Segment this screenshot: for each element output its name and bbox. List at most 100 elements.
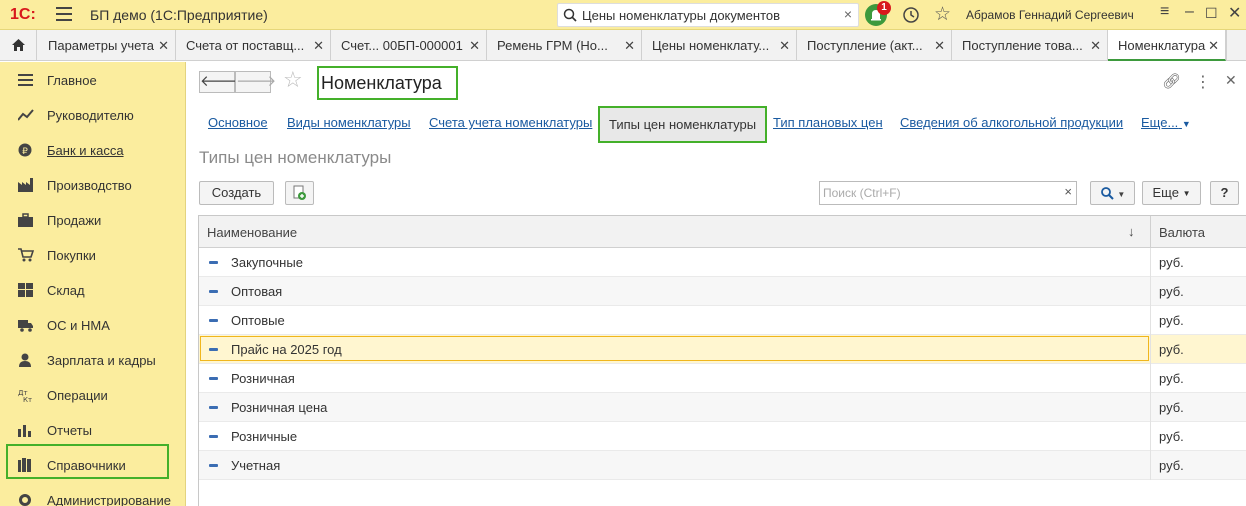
maximize-icon[interactable]: ☐	[1205, 5, 1218, 22]
sidebar-item-operatsii[interactable]: Дт Кт Операции	[0, 378, 186, 412]
subtab-tip-planovyh-tsen[interactable]: Тип плановых цен	[773, 115, 883, 130]
column-header-name[interactable]: Наименование	[207, 225, 297, 240]
cell-currency: руб.	[1159, 313, 1184, 328]
app-menu-icon[interactable]: ≡	[1160, 3, 1169, 21]
help-button[interactable]: ?	[1210, 181, 1239, 205]
subtab-tipy-tsen[interactable]: Типы цен номенклатуры	[598, 106, 767, 143]
close-form-icon[interactable]: ✕	[1225, 72, 1237, 89]
catalog-item-icon	[209, 348, 218, 351]
tab-label: Номенклатура	[1118, 38, 1206, 53]
link-icon[interactable]: 🔗︎	[1162, 72, 1181, 90]
close-tab-icon[interactable]: ✕	[1090, 30, 1101, 61]
close-tab-icon[interactable]: ✕	[158, 30, 169, 61]
app-title: БП демо (1С:Предприятие)	[90, 7, 268, 23]
home-tab[interactable]	[0, 30, 37, 61]
tab-tseny-nomenklatury[interactable]: Цены номенклату... ✕	[642, 30, 797, 61]
arrow-right-icon: 🡒	[236, 73, 277, 90]
close-tab-icon[interactable]: ✕	[469, 30, 480, 61]
tab-scheta-ot-postavshchikov[interactable]: Счета от поставщ... ✕	[176, 30, 331, 61]
close-tab-icon[interactable]: ✕	[1208, 30, 1219, 59]
notifications-bell-icon[interactable]: 1	[865, 1, 891, 26]
copy-button[interactable]	[285, 181, 314, 205]
table-row[interactable]: Прайс на 2025 год руб.	[199, 335, 1246, 364]
global-search-field[interactable]: Цены номенклатуры документов ×	[557, 3, 859, 27]
tab-schet-00bp[interactable]: Счет... 00БП-000001 ✕	[331, 30, 487, 61]
subtab-vidy-nomenklatury[interactable]: Виды номенклатуры	[287, 115, 411, 130]
close-tab-icon[interactable]: ✕	[313, 30, 324, 61]
sidebar-item-label: Администрирование	[47, 493, 171, 506]
cell-currency: руб.	[1159, 371, 1184, 386]
clear-search-icon[interactable]: ×	[844, 6, 852, 22]
minimize-icon[interactable]: –	[1185, 3, 1194, 21]
history-icon[interactable]	[902, 6, 920, 24]
back-button[interactable]: 🡐	[199, 71, 240, 93]
form-title: Номенклатура	[317, 66, 458, 100]
tab-postuplenie-akt[interactable]: Поступление (акт... ✕	[797, 30, 952, 61]
sidebar-item-label: Главное	[47, 73, 97, 88]
subtab-osnovnoe[interactable]: Основное	[208, 115, 268, 130]
table-row[interactable]: Учетная руб.	[199, 451, 1246, 480]
selected-cell-frame	[200, 336, 1149, 361]
sidebar-item-glavnoe[interactable]: Главное	[0, 63, 186, 97]
table-row[interactable]: Оптовые руб.	[199, 306, 1246, 335]
column-header-currency[interactable]: Валюта	[1159, 225, 1205, 240]
cell-name: Прайс на 2025 год	[231, 342, 342, 357]
subtab-more[interactable]: Еще... ▼	[1141, 115, 1191, 130]
forward-button[interactable]: 🡒	[235, 71, 276, 93]
table-row[interactable]: Закупочные руб.	[199, 248, 1246, 277]
sidebar-item-proizvodstvo[interactable]: Производство	[0, 168, 186, 202]
table-row[interactable]: Розничные руб.	[199, 422, 1246, 451]
tab-remen-grm[interactable]: Ремень ГРМ (Но... ✕	[487, 30, 642, 61]
sidebar-item-prodazhi[interactable]: Продажи	[0, 203, 186, 237]
search-options-button[interactable]: ▼	[1090, 181, 1135, 205]
main-menu-icon[interactable]	[56, 7, 72, 21]
cell-name: Розничная	[231, 371, 295, 386]
list-search-input[interactable]	[820, 182, 1056, 204]
dropdown-triangle-icon: ▼	[1117, 190, 1126, 199]
close-tab-icon[interactable]: ✕	[934, 30, 945, 61]
dropdown-triangle-icon: ▼	[1182, 189, 1191, 198]
truck-icon	[18, 320, 33, 332]
create-button[interactable]: Создать	[199, 181, 274, 205]
sidebar-item-label: Зарплата и кадры	[47, 353, 156, 368]
copy-doc-icon	[293, 185, 306, 200]
tab-parametry-ucheta[interactable]: Параметры учета ✕	[38, 30, 176, 61]
tab-postuplenie-tovarov[interactable]: Поступление това... ✕	[952, 30, 1108, 61]
list-search-field[interactable]: ×	[819, 181, 1077, 205]
sidebar-item-label: Склад	[47, 283, 85, 298]
table-row[interactable]: Розничная цена руб.	[199, 393, 1246, 422]
app-logo: 1С:	[10, 6, 36, 23]
sidebar-item-os-i-nma[interactable]: ОС и НМА	[0, 308, 186, 342]
sidebar-item-administrirovanie[interactable]: Администрирование	[0, 483, 186, 506]
tab-label: Счета от поставщ...	[186, 38, 305, 53]
sidebar-item-zarplata[interactable]: Зарплата и кадры	[0, 343, 186, 377]
current-user[interactable]: Абрамов Геннадий Сергеевич	[966, 8, 1134, 22]
sidebar-item-label: Банк и касса	[47, 143, 124, 158]
price-types-table: Наименование ↓ Валюта Закупочные руб. Опто…	[198, 215, 1246, 506]
cell-currency: руб.	[1159, 284, 1184, 299]
close-tab-icon[interactable]: ✕	[779, 30, 790, 61]
sidebar-item-rukovoditelyu[interactable]: Руководителю	[0, 98, 186, 132]
clear-search-icon[interactable]: ×	[1064, 184, 1072, 199]
open-windows-tabs: Параметры учета ✕ Счета от поставщ... ✕ Сч…	[0, 30, 1246, 61]
table-row[interactable]: Оптовая руб.	[199, 277, 1246, 306]
sort-desc-icon[interactable]: ↓	[1128, 224, 1135, 239]
catalog-item-icon	[209, 377, 218, 380]
sidebar-item-bank-i-kassa[interactable]: ₽ Банк и касса	[0, 133, 186, 167]
sidebar-item-sklad[interactable]: Склад	[0, 273, 186, 307]
favorite-star-icon[interactable]: ☆	[283, 67, 303, 93]
subtab-scheta-ucheta[interactable]: Счета учета номенклатуры	[429, 115, 592, 130]
bar-chart-icon	[18, 425, 31, 437]
table-row[interactable]: Розничная руб.	[199, 364, 1246, 393]
subtab-svedeniya-alkogol[interactable]: Сведения об алкогольной продукции	[900, 115, 1123, 130]
more-actions-icon[interactable]: ⋮	[1195, 72, 1211, 92]
close-window-icon[interactable]: ✕	[1228, 3, 1241, 23]
tab-nomenklatura[interactable]: Номенклатура ✕	[1108, 30, 1226, 61]
favorites-star-icon[interactable]: ☆	[934, 3, 951, 26]
title-bar: 1С: БП демо (1С:Предприятие) Цены номенк…	[0, 0, 1246, 30]
sidebar-item-otchety[interactable]: Отчеты	[0, 413, 186, 447]
close-tab-icon[interactable]: ✕	[624, 30, 635, 61]
catalog-item-icon	[209, 319, 218, 322]
sidebar-item-pokupki[interactable]: Покупки	[0, 238, 186, 272]
more-button[interactable]: Еще ▼	[1142, 181, 1201, 205]
